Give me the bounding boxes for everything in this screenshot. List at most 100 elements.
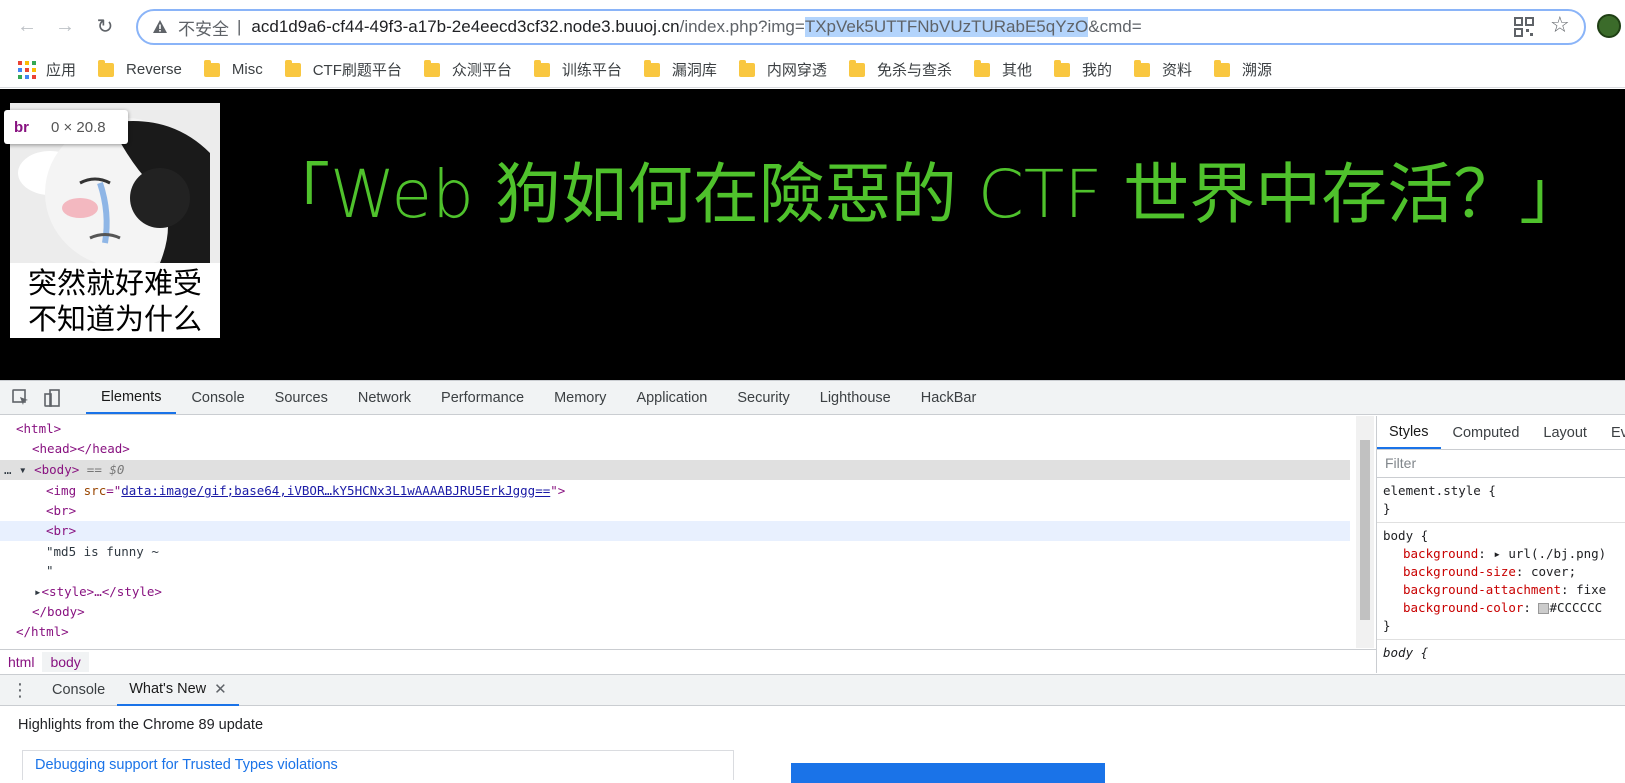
dom-node-img[interactable]: <img src="data:image/gif;base64,iVBOR…kY… (0, 481, 1350, 501)
url-separator: | (237, 17, 242, 36)
tab-memory[interactable]: Memory (539, 381, 621, 414)
img-src-link[interactable]: data:image/gif;base64,iVBOR…kY5HCNx3L1wA… (121, 483, 550, 498)
dom-text-node[interactable]: "md5 is funny ~ (0, 542, 1350, 562)
style-prop[interactable]: background-attachment: fixe (1383, 581, 1619, 599)
dom-text: " (46, 563, 54, 578)
expand-arrow-icon[interactable]: ▸ (34, 584, 42, 599)
address-bar[interactable]: 不安全 | acd1d9a6-cf44-49f3-a17b-2e4eecd3cf… (136, 9, 1586, 45)
tab-console[interactable]: Console (176, 381, 259, 414)
bookmark-folder[interactable]: CTF刷题平台 (284, 59, 402, 80)
dom-node-br[interactable]: <br> (0, 521, 1350, 541)
tab-application[interactable]: Application (621, 381, 722, 414)
url-path-tail: &cmd= (1088, 17, 1142, 36)
device-toolbar-icon[interactable] (44, 388, 62, 407)
dom-text-node[interactable]: " (0, 561, 1350, 581)
breadcrumb-body[interactable]: body (42, 651, 89, 672)
kebab-menu-icon[interactable]: ⋮ (0, 680, 40, 701)
rule-selector: body { (1383, 528, 1429, 543)
bookmark-folder[interactable]: 我的 (1053, 59, 1112, 80)
tab-network[interactable]: Network (343, 381, 426, 414)
forward-arrow-icon[interactable]: → (50, 11, 80, 41)
style-prop[interactable]: background-color: #CCCCCC (1383, 599, 1619, 617)
tab-sources[interactable]: Sources (260, 381, 343, 414)
bookmark-folder-label: 训练平台 (561, 62, 622, 79)
bookmark-folder[interactable]: 训练平台 (533, 59, 622, 80)
tab-security[interactable]: Security (722, 381, 804, 414)
tab-layout[interactable]: Layout (1531, 416, 1599, 449)
bookmark-star-icon[interactable]: ☆ (1550, 12, 1570, 38)
bookmark-folder[interactable]: Misc (203, 59, 263, 78)
dom-tag: <br> (46, 503, 77, 518)
dom-node-head[interactable]: <head></head> (0, 439, 1350, 459)
url-host: acd1d9a6-cf44-49f3-a17b-2e4eecd3cf32.nod… (251, 17, 680, 36)
folder-icon (1053, 59, 1070, 77)
styles-pane: Styles Computed Layout Ev Filter element… (1376, 416, 1625, 673)
prop-name: background (1403, 546, 1479, 561)
bookmark-folder-label: 我的 (1081, 62, 1112, 79)
whats-new-card[interactable]: Debugging support for Trusted Types viol… (22, 750, 734, 780)
drawer-tab-console[interactable]: Console (40, 675, 117, 706)
dom-tag: <html> (16, 421, 62, 436)
dom-attr-eq: =" (106, 483, 122, 498)
tab-hackbar[interactable]: HackBar (906, 381, 992, 414)
tooltip-dimensions: 0 × 20.8 (51, 118, 106, 136)
bookmark-folder-label: 内网穿透 (766, 62, 827, 79)
dom-tree-scrollbar[interactable] (1356, 416, 1374, 648)
tab-event-listeners[interactable]: Ev (1599, 416, 1625, 449)
dom-tag: <head></head> (32, 441, 130, 456)
bookmark-folder[interactable]: 溯源 (1214, 59, 1272, 80)
bookmark-folder[interactable]: Reverse (98, 59, 182, 78)
drawer-tab-whats-new[interactable]: What's New ✕ (117, 675, 239, 706)
bookmark-folder[interactable]: 资料 (1133, 59, 1192, 80)
styles-filter-input[interactable]: Filter (1377, 450, 1625, 478)
close-icon[interactable]: ✕ (214, 680, 227, 698)
selected-marker: == $0 (79, 462, 125, 477)
bookmark-folder[interactable]: 其他 (973, 59, 1032, 80)
scrollbar-thumb[interactable] (1360, 440, 1370, 620)
bookmark-folder[interactable]: 免杀与查杀 (848, 59, 952, 80)
page-headline: 「Web 狗如何在險惡的 CTF 世界中存活？」 (264, 156, 1586, 233)
back-arrow-icon[interactable]: ← (12, 11, 42, 41)
bookmark-folder-label: 众测平台 (451, 62, 512, 79)
style-prop[interactable]: background: ▸ url(./bj.png) (1383, 545, 1619, 563)
body-style-rule-2: body { (1377, 640, 1625, 666)
bookmark-folder-label: 免杀与查杀 (876, 62, 952, 79)
extension-avatar-icon[interactable] (1597, 14, 1621, 38)
bookmarks-bar: 应用 Reverse Misc CTF刷题平台 众测平台 训练平台 漏洞库 内网… (0, 52, 1625, 88)
tab-lighthouse[interactable]: Lighthouse (805, 381, 906, 414)
rule-close: } (1383, 501, 1391, 516)
inspect-element-icon[interactable] (12, 388, 30, 407)
dom-node-br[interactable]: <br> (0, 501, 1350, 521)
prop-value: #CCCCCC (1549, 600, 1603, 615)
style-prop[interactable]: background-size: cover; (1383, 563, 1619, 581)
dom-node-style[interactable]: ▸<style>…</style> (0, 582, 1350, 602)
drawer-tabbar: ⋮ Console What's New ✕ (0, 674, 1625, 706)
bookmark-folder[interactable]: 众测平台 (423, 59, 512, 80)
url-path: /index.php?img= (679, 17, 805, 36)
apps-shortcut[interactable]: 应用 (18, 59, 76, 80)
tab-styles[interactable]: Styles (1377, 416, 1441, 449)
breadcrumb-html[interactable]: html (0, 652, 42, 672)
bookmark-folder[interactable]: 漏洞库 (643, 59, 717, 80)
folder-icon (1214, 59, 1230, 77)
folder-icon (738, 59, 755, 77)
tab-performance[interactable]: Performance (426, 381, 539, 414)
qr-code-icon[interactable] (1512, 15, 1536, 39)
element-inspect-tooltip: br 0 × 20.8 (4, 110, 128, 144)
reload-icon[interactable]: ↻ (90, 11, 120, 41)
security-label: 不安全 (178, 19, 229, 39)
devtools-panel: Elements Console Sources Network Perform… (0, 380, 1625, 783)
color-swatch-icon[interactable] (1538, 603, 1550, 614)
dom-node-body[interactable]: … ▾ <body> == $0 (0, 460, 1350, 480)
warning-icon (153, 20, 167, 33)
tab-computed[interactable]: Computed (1441, 416, 1532, 449)
bookmark-folder[interactable]: 内网穿透 (738, 59, 827, 80)
apps-grid-icon (18, 60, 36, 79)
tab-elements[interactable]: Elements (86, 381, 177, 414)
dom-tag: </body> (32, 604, 85, 619)
card-title[interactable]: Debugging support for Trusted Types viol… (35, 757, 338, 773)
dom-node-html[interactable]: <html> (0, 419, 1350, 439)
dom-attr-name: src (83, 483, 107, 498)
folder-icon (1133, 59, 1150, 77)
folder-icon (98, 59, 115, 77)
